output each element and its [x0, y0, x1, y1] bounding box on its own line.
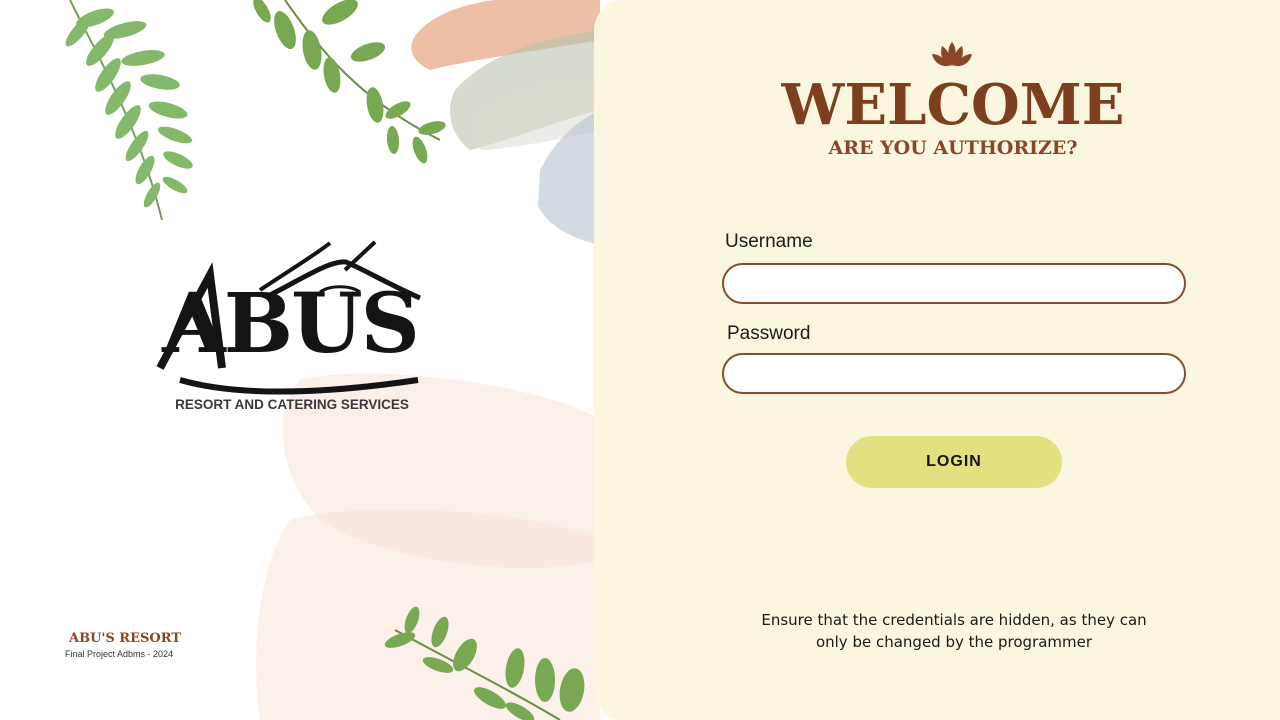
lotus-icon: [932, 42, 972, 67]
password-field[interactable]: [722, 353, 1186, 394]
credentials-note: Ensure that the credentials are hidden, …: [761, 611, 1147, 651]
footer-brand-title: ABU'S RESORT: [69, 631, 181, 646]
login-panel: WELCOME ARE YOU AUTHORIZE? Username Pass…: [594, 0, 1280, 720]
page-title: WELCOME: [781, 72, 1125, 138]
page-subtitle: ARE YOU AUTHORIZE?: [828, 137, 1078, 159]
username-field[interactable]: [722, 263, 1186, 304]
login-button[interactable]: LOGIN: [846, 436, 1062, 488]
footer-brand-subtitle: Final Project Adbms - 2024: [65, 649, 174, 659]
resort-logo: ABUS RESORT AND CATERING SERVICES: [150, 240, 430, 420]
logo-wordmark: ABUS: [162, 276, 420, 372]
logo-subtitle: RESORT AND CATERING SERVICES: [175, 397, 409, 412]
password-label: Password: [727, 323, 811, 344]
left-decor-panel: ABUS RESORT AND CATERING SERVICES ABU'S …: [0, 0, 600, 720]
username-label: Username: [725, 231, 813, 252]
footer-brand: ABU'S RESORT Final Project Adbms - 2024: [65, 631, 181, 659]
